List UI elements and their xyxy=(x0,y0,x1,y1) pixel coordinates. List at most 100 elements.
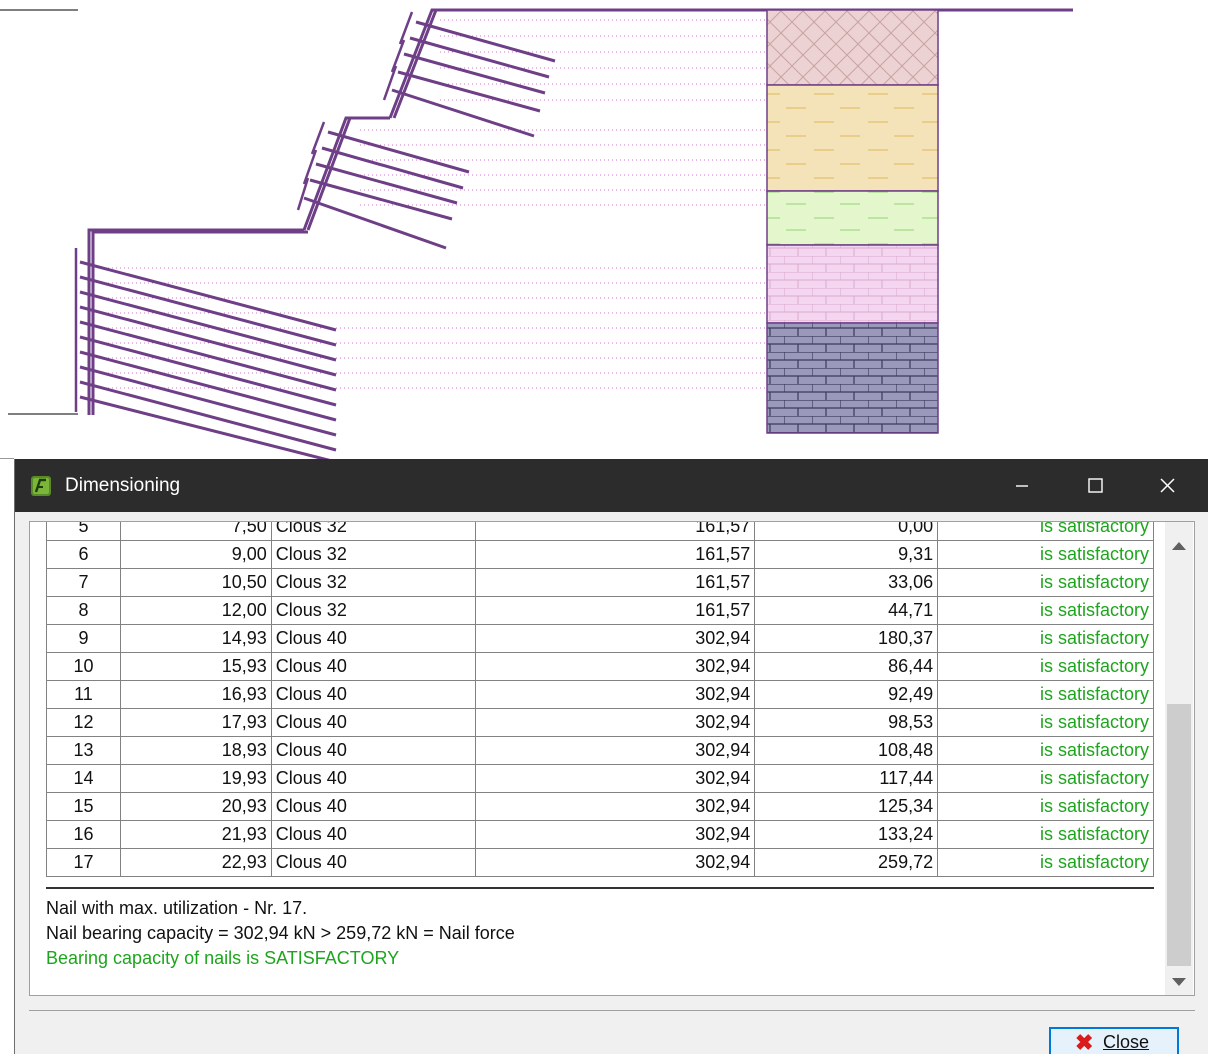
cell-force: 98,53 xyxy=(754,708,939,737)
cell-number: 16 xyxy=(46,820,121,849)
cell-force: 180,37 xyxy=(754,624,939,653)
cell-status: is satisfactory xyxy=(937,764,1154,793)
slope-drawing xyxy=(0,8,1073,459)
nails xyxy=(79,20,556,459)
table-row: 14 19,93 Clous 40 302,94 117,44 is satis… xyxy=(46,764,1154,793)
table-row: 9 14,93 Clous 40 302,94 180,37 is satisf… xyxy=(46,624,1154,653)
maximize-button[interactable] xyxy=(1060,459,1130,512)
cell-force: 92,49 xyxy=(754,680,939,709)
cell-status: is satisfactory xyxy=(937,652,1154,681)
dotted-level-lines xyxy=(100,19,767,389)
cell-position: 14,93 xyxy=(119,624,272,653)
window-title: Dimensioning xyxy=(65,475,181,496)
cell-force: 44,71 xyxy=(754,596,939,625)
app-icon xyxy=(31,476,51,496)
cell-type: Clous 32 xyxy=(270,596,476,625)
cell-capacity: 302,94 xyxy=(474,680,756,709)
close-button[interactable]: ✖ Close xyxy=(1049,1027,1179,1054)
title-bar[interactable]: Dimensioning xyxy=(15,459,1208,512)
cell-number: 8 xyxy=(46,596,121,625)
cell-position: 19,93 xyxy=(119,764,272,793)
verdict-text: Bearing capacity of nails is SATISFACTOR… xyxy=(46,948,400,968)
cell-status: is satisfactory xyxy=(937,820,1154,849)
cell-number: 13 xyxy=(46,736,121,765)
cell-capacity: 302,94 xyxy=(474,736,756,765)
cell-force: 0,00 xyxy=(754,522,939,541)
cell-status: is satisfactory xyxy=(937,708,1154,737)
cell-capacity: 161,57 xyxy=(474,596,756,625)
cell-type: Clous 40 xyxy=(270,680,476,709)
cell-number: 15 xyxy=(46,792,121,821)
nails-table: 5 7,50 Clous 32 161,57 0,00 is satisfact… xyxy=(46,522,1154,877)
minimize-icon xyxy=(1016,485,1028,487)
table-row: 16 21,93 Clous 40 302,94 133,24 is satis… xyxy=(46,820,1154,849)
cell-type: Clous 40 xyxy=(270,792,476,821)
soil-profile xyxy=(766,9,939,434)
cell-capacity: 161,57 xyxy=(474,540,756,569)
table-row: 5 7,50 Clous 32 161,57 0,00 is satisfact… xyxy=(46,522,1154,541)
scroll-down-icon[interactable] xyxy=(1172,978,1186,986)
cell-number: 17 xyxy=(46,848,121,877)
table-row: 11 16,93 Clous 40 302,94 92,49 is satisf… xyxy=(46,680,1154,709)
cell-capacity: 302,94 xyxy=(474,848,756,877)
cell-force: 108,48 xyxy=(754,736,939,765)
cell-type: Clous 32 xyxy=(270,568,476,597)
cell-force: 86,44 xyxy=(754,652,939,681)
table-row: 13 18,93 Clous 40 302,94 108,48 is satis… xyxy=(46,736,1154,765)
table-row: 6 9,00 Clous 32 161,57 9,31 is satisfact… xyxy=(46,540,1154,569)
cell-status: is satisfactory xyxy=(937,848,1154,877)
cell-capacity: 302,94 xyxy=(474,792,756,821)
cell-type: Clous 40 xyxy=(270,708,476,737)
cell-capacity: 302,94 xyxy=(474,820,756,849)
cell-type: Clous 32 xyxy=(270,522,476,541)
cell-capacity: 302,94 xyxy=(474,708,756,737)
cell-status: is satisfactory xyxy=(937,522,1154,541)
cell-capacity: 302,94 xyxy=(474,652,756,681)
cell-position: 16,93 xyxy=(119,680,272,709)
table-row: 15 20,93 Clous 40 302,94 125,34 is satis… xyxy=(46,792,1154,821)
dimensioning-dialog: Dimensioning 5 7,50 Clous 32 161,57 0,00… xyxy=(14,459,1208,1054)
minimize-button[interactable] xyxy=(987,459,1057,512)
cell-number: 7 xyxy=(46,568,121,597)
cell-force: 33,06 xyxy=(754,568,939,597)
cell-capacity: 161,57 xyxy=(474,522,756,541)
bearing-capacity-text: Nail bearing capacity = 302,94 kN > 259,… xyxy=(46,923,515,943)
cell-position: 7,50 xyxy=(119,522,272,541)
cell-status: is satisfactory xyxy=(937,680,1154,709)
cell-capacity: 302,94 xyxy=(474,624,756,653)
cell-position: 18,93 xyxy=(119,736,272,765)
cell-capacity: 161,57 xyxy=(474,568,756,597)
scroll-up-icon[interactable] xyxy=(1172,542,1186,550)
cell-force: 125,34 xyxy=(754,792,939,821)
cell-number: 5 xyxy=(46,522,121,541)
cell-type: Clous 40 xyxy=(270,848,476,877)
window-close-button[interactable] xyxy=(1132,459,1202,512)
cell-type: Clous 32 xyxy=(270,540,476,569)
cell-number: 6 xyxy=(46,540,121,569)
cell-force: 133,24 xyxy=(754,820,939,849)
scroll-thumb[interactable] xyxy=(1167,704,1191,966)
cell-force: 9,31 xyxy=(754,540,939,569)
cell-type: Clous 40 xyxy=(270,652,476,681)
close-label-rest: lose xyxy=(1116,1032,1150,1052)
vertical-scrollbar[interactable] xyxy=(1165,522,1193,995)
cell-status: is satisfactory xyxy=(937,540,1154,569)
cell-capacity: 302,94 xyxy=(474,764,756,793)
button-separator xyxy=(29,1010,1195,1011)
cell-type: Clous 40 xyxy=(270,624,476,653)
table-row: 17 22,93 Clous 40 302,94 259,72 is satis… xyxy=(46,848,1154,877)
cell-type: Clous 40 xyxy=(270,736,476,765)
table-row: 12 17,93 Clous 40 302,94 98,53 is satisf… xyxy=(46,708,1154,737)
close-button-label: Close xyxy=(1103,1032,1149,1053)
cell-force: 259,72 xyxy=(754,848,939,877)
table-bottom-border xyxy=(46,887,1154,889)
cell-status: is satisfactory xyxy=(937,596,1154,625)
close-icon xyxy=(1160,478,1175,493)
cell-number: 11 xyxy=(46,680,121,709)
nails-table-viewport: 5 7,50 Clous 32 161,57 0,00 is satisfact… xyxy=(46,522,1154,887)
max-utilization-text: Nail with max. utilization - Nr. 17. xyxy=(46,898,308,918)
cell-number: 14 xyxy=(46,764,121,793)
cell-force: 117,44 xyxy=(754,764,939,793)
close-mnemonic: C xyxy=(1103,1032,1116,1052)
close-x-icon: ✖ xyxy=(1075,1030,1094,1054)
